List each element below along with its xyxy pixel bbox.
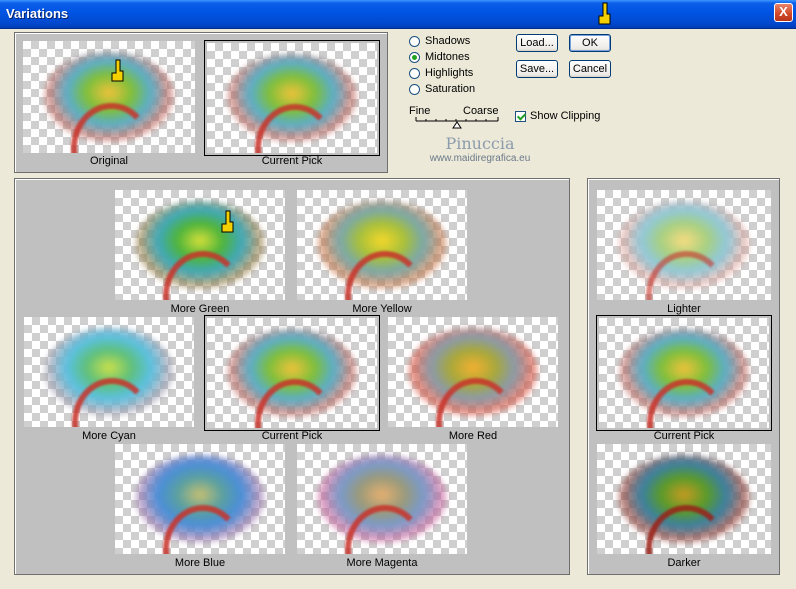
more-magenta-label: More Magenta — [346, 557, 418, 569]
more-blue-thumb[interactable] — [115, 444, 285, 554]
close-icon: X — [779, 4, 788, 19]
original-label: Original — [90, 155, 128, 167]
watermark-name: Pinuccia — [445, 134, 515, 153]
more-cyan-thumb[interactable] — [24, 317, 194, 427]
more-yellow-label: More Yellow — [352, 303, 412, 315]
original-preview — [23, 41, 195, 153]
radio-highlights-icon — [409, 67, 420, 79]
ok-button[interactable]: OK — [569, 34, 611, 52]
radio-midtones[interactable]: Midtones — [409, 49, 470, 65]
more-blue-label: More Blue — [174, 557, 226, 569]
color-current-pick-thumb[interactable] — [204, 315, 380, 431]
more-green-label: More Green — [170, 303, 230, 315]
radio-shadows[interactable]: Shadows — [409, 33, 470, 49]
pointer-hand-icon — [221, 210, 234, 233]
darker-thumb[interactable] — [597, 444, 771, 554]
darker-label: Darker — [667, 557, 701, 569]
radio-saturation-icon — [409, 83, 420, 95]
show-clipping-label: Show Clipping — [530, 110, 601, 122]
more-magenta-thumb[interactable] — [297, 444, 467, 554]
more-red-label: More Red — [448, 430, 498, 442]
watermark: Pinuccia www.maidiregrafica.eu — [420, 134, 540, 164]
radio-midtones-icon — [409, 51, 420, 63]
fine-coarse-slider[interactable] — [414, 115, 502, 131]
pointer-hand-icon — [111, 59, 124, 82]
brightness-current-pick-label: Current Pick — [653, 430, 715, 442]
radio-shadows-icon — [409, 35, 420, 47]
title-bar: Variations X — [0, 0, 796, 29]
current-pick-label: Current Pick — [261, 155, 323, 167]
current-pick-preview — [204, 40, 380, 156]
watermark-site: www.maidiregrafica.eu — [429, 153, 531, 164]
close-button[interactable]: X — [774, 3, 793, 22]
more-green-thumb[interactable] — [115, 190, 285, 300]
more-cyan-label: More Cyan — [82, 430, 136, 442]
color-current-pick-label: Current Pick — [261, 430, 323, 442]
radio-saturation[interactable]: Saturation — [409, 81, 475, 97]
preview-panel: Original Current Pick — [14, 32, 388, 173]
window-title: Variations — [6, 6, 69, 21]
brightness-variations-panel: Lighter Current Pick Darker — [587, 178, 780, 575]
radio-highlights[interactable]: Highlights — [409, 65, 473, 81]
cancel-button[interactable]: Cancel — [569, 60, 611, 78]
show-clipping-checkbox[interactable]: Show Clipping — [515, 110, 600, 122]
more-yellow-thumb[interactable] — [297, 190, 467, 300]
lighter-thumb[interactable] — [597, 190, 771, 300]
pointer-hand-icon — [598, 2, 611, 25]
radio-highlights-label: Highlights — [425, 67, 474, 79]
color-variations-panel: More Green More Yellow More Cyan Current… — [14, 178, 570, 575]
checkbox-icon — [515, 110, 526, 122]
radio-saturation-label: Saturation — [425, 83, 476, 95]
save-button[interactable]: Save... — [516, 60, 558, 78]
radio-midtones-label: Midtones — [425, 51, 470, 63]
brightness-current-pick-thumb[interactable] — [596, 315, 772, 431]
slider-thumb-icon — [452, 121, 462, 129]
more-red-thumb[interactable] — [388, 317, 558, 427]
radio-shadows-label: Shadows — [425, 35, 471, 47]
load-button[interactable]: Load... — [516, 34, 558, 52]
lighter-label: Lighter — [667, 303, 701, 315]
